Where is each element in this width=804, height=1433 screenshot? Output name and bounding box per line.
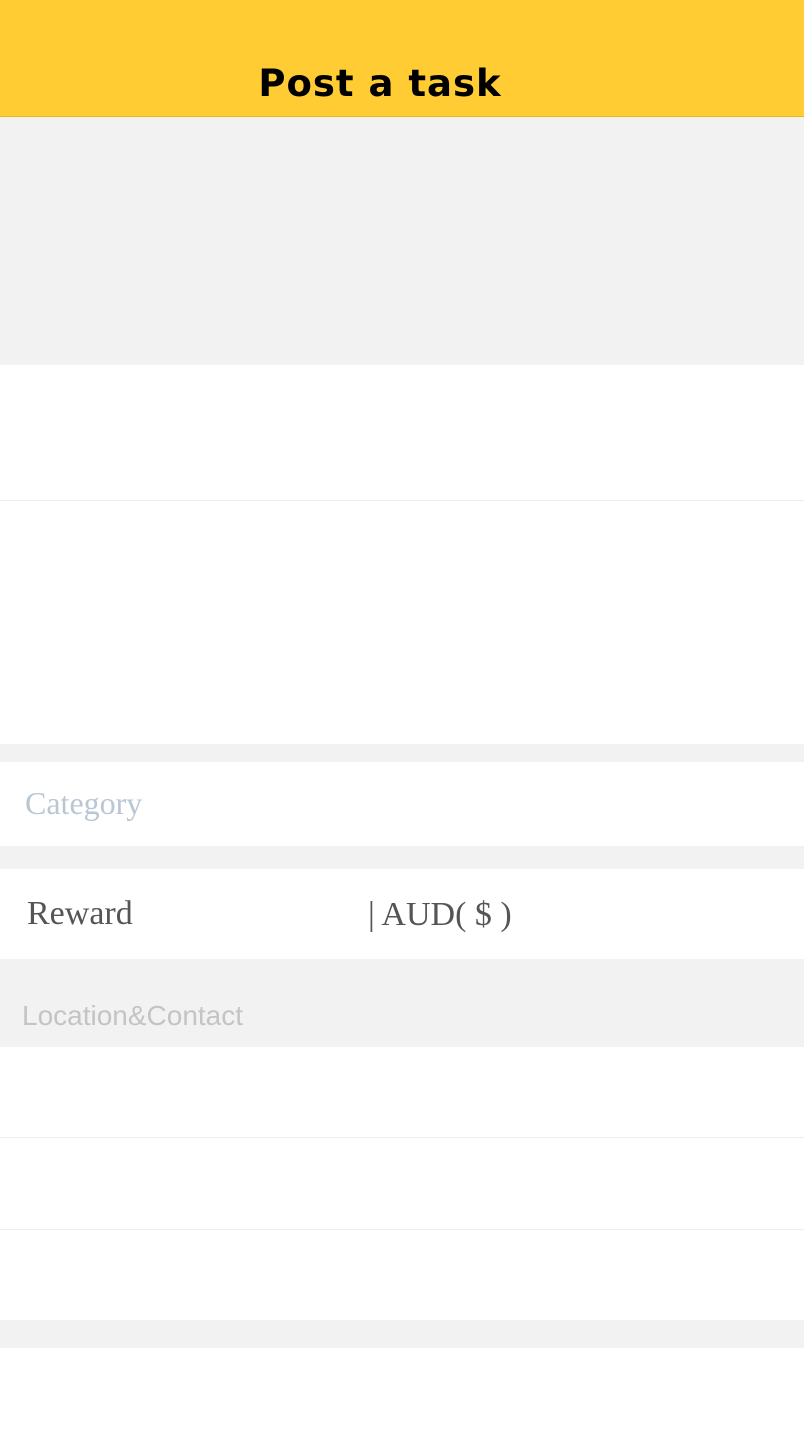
phone-field[interactable] bbox=[0, 1230, 804, 1320]
page-title: Post a task bbox=[258, 62, 502, 105]
contact-field[interactable] bbox=[0, 1138, 804, 1229]
photo-area[interactable] bbox=[0, 117, 804, 365]
reward-input[interactable] bbox=[368, 893, 778, 937]
location-contact-label: Location&Contact bbox=[22, 1000, 244, 1031]
section-separator bbox=[0, 1320, 804, 1348]
task-title-field[interactable] bbox=[0, 365, 804, 500]
location-field[interactable] bbox=[0, 1047, 804, 1137]
task-description-field[interactable] bbox=[0, 501, 804, 744]
section-separator bbox=[0, 744, 804, 762]
category-placeholder: Category bbox=[25, 785, 143, 821]
section-separator bbox=[0, 846, 804, 869]
reward-label: Reward bbox=[27, 895, 133, 932]
header-bar: Post a task bbox=[0, 0, 804, 117]
bottom-area bbox=[0, 1348, 804, 1433]
